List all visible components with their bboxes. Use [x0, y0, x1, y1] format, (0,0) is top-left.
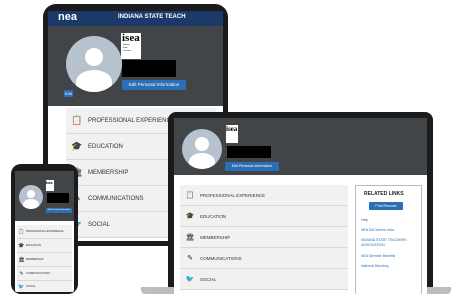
avatar-head	[27, 190, 35, 198]
avatar	[182, 129, 222, 169]
clipboard-icon: 📋	[18, 228, 25, 235]
edit-personal-info-button[interactable]: Edit Personal Information	[46, 208, 72, 213]
related-link-text: INDIANA STATE TEACHERS ASSOCIATION	[361, 238, 407, 247]
menu-item-membership[interactable]: 🏛 MEMBERSHIP	[180, 227, 348, 248]
pen-icon: ✎	[187, 255, 193, 262]
menu-item-professional-experience[interactable]: 📋 PROFESSIONAL EXPERIENCE	[17, 225, 72, 239]
menu-label: COMMUNICATIONS	[26, 272, 51, 275]
clipboard-icon: 📋	[185, 192, 195, 199]
edit-link[interactable]: Edit	[64, 90, 73, 97]
isea-logo: isea	[46, 180, 54, 191]
menu-label: PROFESSIONAL EXPERIENCE	[26, 230, 64, 233]
print-resume-button[interactable]: Print Resume	[369, 202, 403, 210]
pen-icon: ✎	[19, 270, 24, 277]
menu-item-education[interactable]: 🎓 EDUCATION	[17, 239, 72, 253]
redacted-name	[47, 193, 69, 203]
menu-label: PROFESSIONAL EXPERIENCE	[200, 192, 266, 198]
menu-item-membership[interactable]: 🏛 MEMBERSHIP	[17, 253, 72, 267]
menu-label: COMMUNICATIONS	[200, 255, 242, 261]
related-links-panel: RELATED LINKS Print Resume Help NEA EdCa…	[355, 185, 422, 294]
related-link-nea-edcareers[interactable]: NEA EdCareers Jobs	[361, 228, 394, 232]
edit-personal-info-button[interactable]: Edit Personal Information	[122, 80, 186, 90]
bird-icon: 🐦	[185, 276, 195, 283]
menu-item-communications[interactable]: ✎ COMMUNICATIONS	[180, 248, 348, 269]
menu-item-social[interactable]: 🐦 SOCIAL	[180, 269, 348, 290]
header-bar: nea INDIANA STATE TEACH	[48, 11, 223, 26]
avatar	[66, 36, 122, 92]
related-link-national-directory[interactable]: National Directory	[361, 264, 389, 268]
graduation-cap-icon: 🎓	[185, 213, 195, 220]
laptop-screen: isea Edit Personal Information 📋 PROFESS…	[174, 118, 427, 294]
menu-item-education[interactable]: 🎓 EDUCATION	[180, 206, 348, 227]
menu-label: SOCIAL	[88, 221, 111, 228]
avatar-body	[23, 199, 39, 209]
menu-label: MEMBERSHIP	[88, 169, 129, 176]
bird-icon: 🐦	[18, 283, 25, 290]
isea-logo-text: isea	[46, 180, 53, 185]
menu-label: EDUCATION	[26, 244, 42, 247]
nea-logo: nea	[58, 11, 77, 23]
redacted-name	[122, 60, 176, 77]
isea-logo: isea Indiana State Teachers	[121, 33, 141, 59]
related-link-help[interactable]: Help	[361, 218, 368, 222]
menu-label: SOCIAL	[26, 285, 36, 288]
menu-label: EDUCATION	[200, 213, 227, 219]
phone-screen: isea Edit Personal Information 📋 PROFESS…	[15, 171, 74, 292]
menu-label: MEMBERSHIP	[26, 258, 44, 261]
menu-item-professional-experience[interactable]: 📋 PROFESSIONAL EXPERIENCE	[180, 185, 348, 206]
avatar	[19, 185, 43, 209]
site-title: INDIANA STATE TEACH	[118, 14, 186, 20]
menu-label: SOCIAL	[200, 276, 217, 282]
related-link-member-benefits[interactable]: NEA Member Benefits	[361, 254, 395, 258]
avatar-head	[195, 137, 209, 151]
avatar-body	[76, 70, 112, 92]
isea-logo-text: isea	[122, 33, 140, 44]
avatar-head	[85, 48, 103, 66]
menu-item-communications[interactable]: ✎ COMMUNICATIONS	[17, 267, 72, 281]
menu-item-social[interactable]: 🐦 SOCIAL	[17, 281, 72, 292]
building-columns-icon: 🏛	[185, 234, 195, 241]
isea-logo-text: isea	[226, 125, 238, 133]
related-links-title: RELATED LINKS	[364, 191, 404, 197]
isea-logo-line-3: Teachers	[123, 50, 132, 52]
graduation-cap-icon: 🎓	[18, 242, 25, 249]
graduation-cap-icon: 🎓	[71, 141, 83, 151]
menu-label: EDUCATION	[88, 143, 123, 150]
isea-logo: isea	[226, 125, 238, 143]
related-link-indiana-state-teachers[interactable]: INDIANA STATE TEACHERS ASSOCIATION	[361, 238, 416, 248]
menu-label: PROFESSIONAL EXPERIENCE	[88, 117, 175, 124]
redacted-name	[227, 146, 271, 158]
menu-label: COMMUNICATIONS	[88, 195, 144, 202]
edit-personal-info-button[interactable]: Edit Personal Information	[225, 162, 279, 171]
avatar-body	[189, 153, 215, 169]
building-columns-icon: 🏛	[18, 256, 25, 263]
menu-label: MEMBERSHIP	[200, 234, 231, 240]
clipboard-icon: 📋	[71, 115, 83, 125]
